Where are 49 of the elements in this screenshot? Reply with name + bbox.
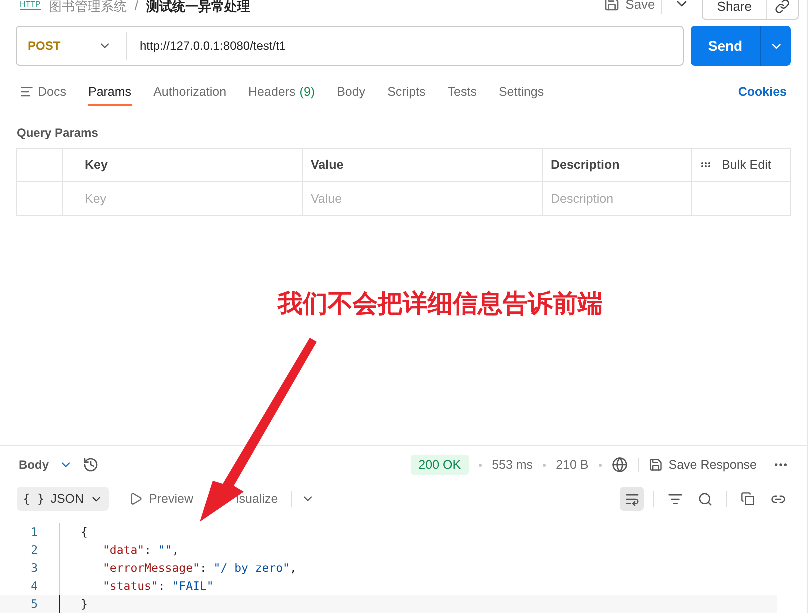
section-title: Query Params xyxy=(16,125,100,142)
play-icon xyxy=(129,492,144,506)
request-tab[interactable]: Body xyxy=(337,78,366,106)
wrap-text-icon[interactable] xyxy=(620,487,644,511)
response-time: 553 ms xyxy=(492,458,534,472)
request-tab[interactable]: Settings xyxy=(498,78,544,106)
code-line: } xyxy=(81,597,88,611)
line-number: 3 xyxy=(30,561,39,575)
line-number: 4 xyxy=(30,579,39,593)
line-number: 1 xyxy=(30,525,39,539)
response-body-dropdown[interactable]: Body xyxy=(18,458,73,472)
request-tab[interactable]: Docs xyxy=(20,78,66,106)
format-dropdown[interactable]: { } JSON xyxy=(17,487,110,511)
column-header: Key xyxy=(63,149,303,182)
save-icon xyxy=(648,458,663,472)
code-line: "data": "", xyxy=(102,543,180,557)
globe-icon[interactable] xyxy=(612,457,628,473)
bulk-edit-button[interactable]: Bulk Edit xyxy=(692,150,780,180)
lines-icon xyxy=(20,84,34,98)
code-editor[interactable]: 1 { 2 "data": "", 3 "errorMessage": "/ by zero", 4 "status": "FAIL" 5 } xyxy=(0,517,807,613)
request-tab[interactable]: Tests xyxy=(448,78,477,106)
column-header: Description xyxy=(543,149,692,182)
response-size: 210 B xyxy=(556,458,589,472)
method-dropdown[interactable]: POST xyxy=(17,32,127,60)
code-line: "errorMessage": "/ by zero", xyxy=(102,561,297,575)
line-number: 2 xyxy=(30,543,39,557)
line-number: 5 xyxy=(30,597,39,611)
braces-icon: { } xyxy=(23,492,45,506)
status-badge: 200 OK xyxy=(410,455,470,475)
request-tab[interactable]: Params xyxy=(88,78,132,106)
breadcrumb-separator: / xyxy=(134,0,139,13)
save-icon xyxy=(604,0,620,12)
visualize-button[interactable]: isualize xyxy=(236,492,282,506)
link-icon xyxy=(775,0,790,14)
annotation-text: 我们不会把详细信息告诉前端 xyxy=(278,288,603,320)
request-tab[interactable]: Scripts xyxy=(388,78,426,106)
save-response-button[interactable]: Save Response xyxy=(638,458,763,472)
history-icon[interactable] xyxy=(83,457,99,473)
url-bar[interactable]: POST http://127.0.0.1:8080/test/t1 xyxy=(16,26,684,66)
cookies-link[interactable]: Cookies xyxy=(738,85,787,99)
preview-button[interactable]: Preview xyxy=(125,492,198,506)
request-tab[interactable]: Authorization xyxy=(154,78,227,106)
breadcrumb-collection[interactable]: 图书管理系统 xyxy=(48,0,127,16)
code-line: "status": "FAIL" xyxy=(102,579,214,593)
column-header: Value xyxy=(303,149,543,182)
request-title: 测试统一异常处理 xyxy=(146,0,251,16)
request-tab[interactable]: Headers (9) xyxy=(248,78,316,106)
http-logo: HTTP xyxy=(20,0,41,10)
code-line: { xyxy=(81,525,88,539)
